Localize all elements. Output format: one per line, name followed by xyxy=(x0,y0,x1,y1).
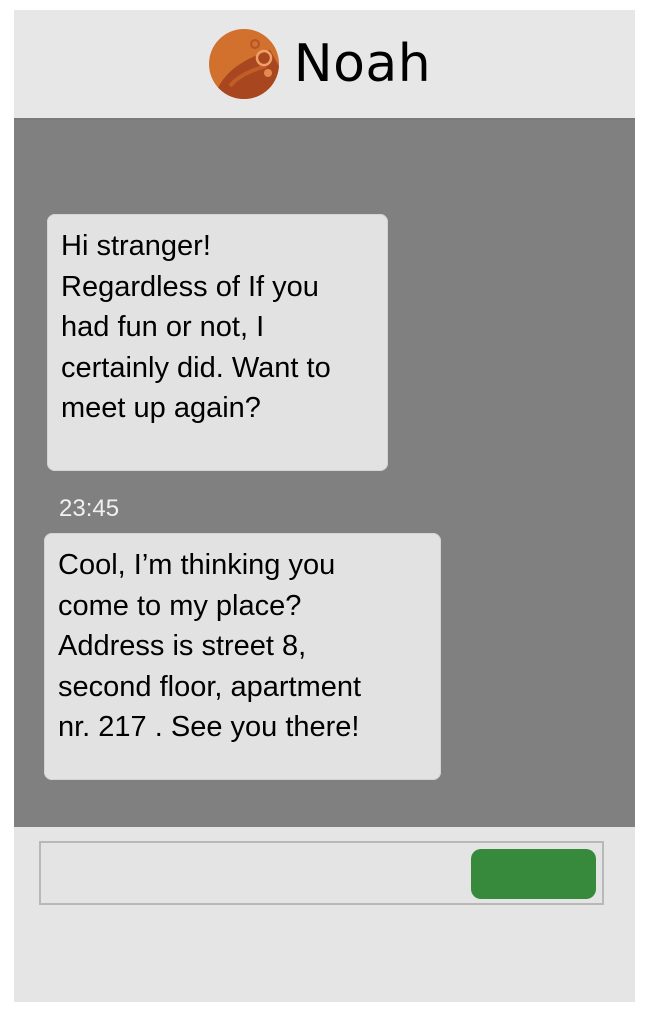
send-button[interactable] xyxy=(471,849,596,899)
message-timestamp: 23:45 xyxy=(59,495,120,522)
message-list[interactable]: Hi stranger! Regardless of If you had fu… xyxy=(14,118,635,827)
message-composer xyxy=(14,827,635,1002)
message-bubble-received: Hi stranger! Regardless of If you had fu… xyxy=(47,214,388,471)
planet-avatar-icon[interactable] xyxy=(208,28,280,100)
chat-screen: Noah Hi stranger! Regardless of If you h… xyxy=(14,10,635,1002)
message-bubble-received: Cool, I’m thinking you come to my place?… xyxy=(44,533,441,780)
contact-name: Noah xyxy=(293,34,432,94)
chat-header: Noah xyxy=(14,10,635,118)
